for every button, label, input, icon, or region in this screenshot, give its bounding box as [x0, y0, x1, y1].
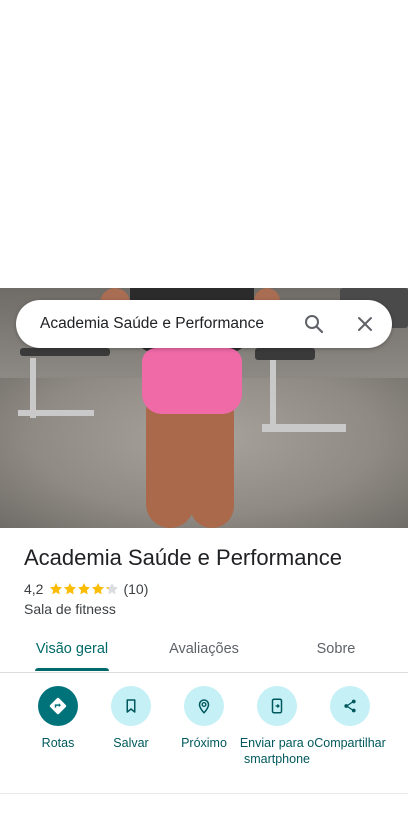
tab-overview[interactable]: Visão geral [24, 626, 120, 672]
review-count[interactable]: (10) [123, 581, 148, 597]
share-button[interactable]: Compartilhar [311, 686, 389, 751]
save-button[interactable]: Salvar [92, 686, 170, 751]
star-icon [78, 583, 91, 595]
directions-icon [38, 686, 78, 726]
save-label: Salvar [113, 736, 149, 750]
place-category: Sala de fitness [24, 601, 116, 617]
share-icon [330, 686, 370, 726]
send-to-phone-label: Enviar para o smartphone [239, 736, 315, 766]
nearby-label: Próximo [181, 736, 227, 750]
share-label: Compartilhar [314, 736, 386, 750]
directions-label: Rotas [41, 736, 75, 750]
search-query[interactable]: Academia Saúde e Performance [40, 300, 264, 348]
star-icon [92, 583, 105, 595]
rating-value: 4,2 [24, 581, 44, 597]
photo-gym-rail [30, 358, 36, 418]
map-area [0, 0, 408, 288]
search-icon[interactable] [302, 312, 326, 336]
photo-gym-rail [18, 410, 94, 416]
star-rating [49, 582, 119, 596]
place-title: Academia Saúde e Performance [24, 545, 342, 570]
send-to-phone-button[interactable]: Enviar para o smartphone [238, 686, 316, 767]
action-buttons: Rotas Salvar Próximo Enviar para o smart… [0, 686, 408, 786]
rating-row[interactable]: 4,2 (10) [24, 580, 148, 598]
photo-gym-machine [20, 348, 110, 356]
active-tab-indicator [35, 668, 109, 671]
tab-bar: Visão geral Avaliações Sobre [0, 626, 408, 673]
tab-reviews[interactable]: Avaliações [156, 626, 252, 672]
tab-about[interactable]: Sobre [290, 626, 382, 672]
close-icon[interactable] [353, 312, 377, 336]
directions-button[interactable]: Rotas [19, 686, 97, 751]
bookmark-icon [111, 686, 151, 726]
photo-gym-rail [270, 360, 276, 430]
photo-gym-machine [255, 348, 315, 360]
star-icon [50, 583, 63, 595]
nearby-icon [184, 686, 224, 726]
star-icon [64, 583, 77, 595]
photo-person-shorts [142, 348, 242, 414]
photo-gym-rail [262, 424, 346, 432]
star-icon [106, 583, 119, 595]
send-to-phone-icon [257, 686, 297, 726]
search-bar[interactable]: Academia Saúde e Performance [16, 300, 392, 348]
nearby-button[interactable]: Próximo [165, 686, 243, 751]
section-divider [0, 793, 408, 794]
